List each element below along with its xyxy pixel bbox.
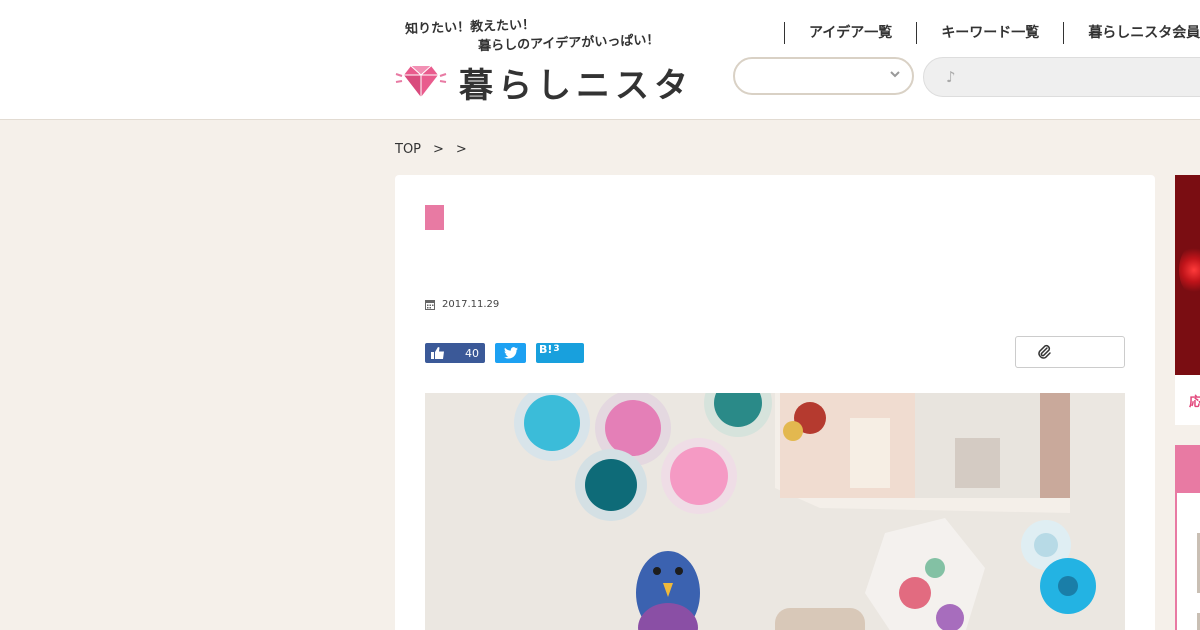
article-card: 2017.11.29 40 B!3 — [395, 175, 1155, 630]
sidebar-ad-banner[interactable] — [1175, 175, 1200, 375]
nav-item-keywords[interactable]: キーワード一覧 — [916, 22, 1063, 44]
twitter-share-button[interactable] — [495, 343, 526, 363]
breadcrumb-top[interactable]: TOP — [395, 142, 421, 157]
breadcrumb-separator: > — [455, 142, 467, 157]
hatena-count: 3 — [553, 344, 560, 354]
category-select[interactable] — [733, 57, 914, 95]
sidebar-panel: 応 — [1175, 375, 1200, 425]
site-header: 知りたい！教えたい！ 暮らしのアイデアがいっぱい！ 暮らしニスタ アイデア一覧 … — [0, 0, 1200, 120]
calendar-icon — [425, 300, 435, 310]
sidebar-panel-text: 応 — [1189, 395, 1200, 410]
category-tag[interactable] — [425, 205, 444, 230]
hatena-bookmark-button[interactable]: B!3 — [536, 343, 584, 363]
facebook-like-button[interactable]: 40 — [425, 343, 485, 363]
nav-item-members[interactable]: 暮らしニスタ会員 — [1063, 22, 1200, 44]
breadcrumb: TOP > > — [395, 142, 467, 157]
date-text: 2017.11.29 — [442, 299, 500, 310]
sidebar-pink-header — [1177, 445, 1200, 493]
like-count: 40 — [465, 346, 479, 360]
post-date: 2017.11.29 — [425, 299, 499, 310]
magazine — [775, 393, 1070, 513]
breadcrumb-separator: > — [433, 142, 444, 157]
main-nav: アイデア一覧 キーワード一覧 暮らしニスタ会員 — [784, 22, 1200, 44]
logo-text: 暮らしニスタ — [459, 66, 693, 106]
share-buttons: 40 B!3 — [425, 343, 584, 363]
paperclip-icon — [1038, 344, 1051, 359]
ad-glow — [1179, 245, 1200, 295]
sidebar-pink-box — [1175, 445, 1200, 630]
twitter-icon — [503, 347, 518, 359]
gem-icon — [395, 65, 447, 97]
clip-button[interactable] — [1015, 336, 1125, 368]
thumbs-up-icon — [431, 347, 444, 359]
chevron-down-icon — [890, 71, 900, 78]
article-hero-image — [425, 393, 1125, 630]
search-input[interactable]: ♪ — [923, 57, 1200, 97]
nav-item-ideas[interactable]: アイデア一覧 — [784, 22, 916, 44]
site-logo[interactable]: 知りたい！教えたい！ 暮らしのアイデアがいっぱい！ 暮らしニスタ — [395, 8, 695, 108]
hatena-label: B! — [539, 343, 553, 356]
